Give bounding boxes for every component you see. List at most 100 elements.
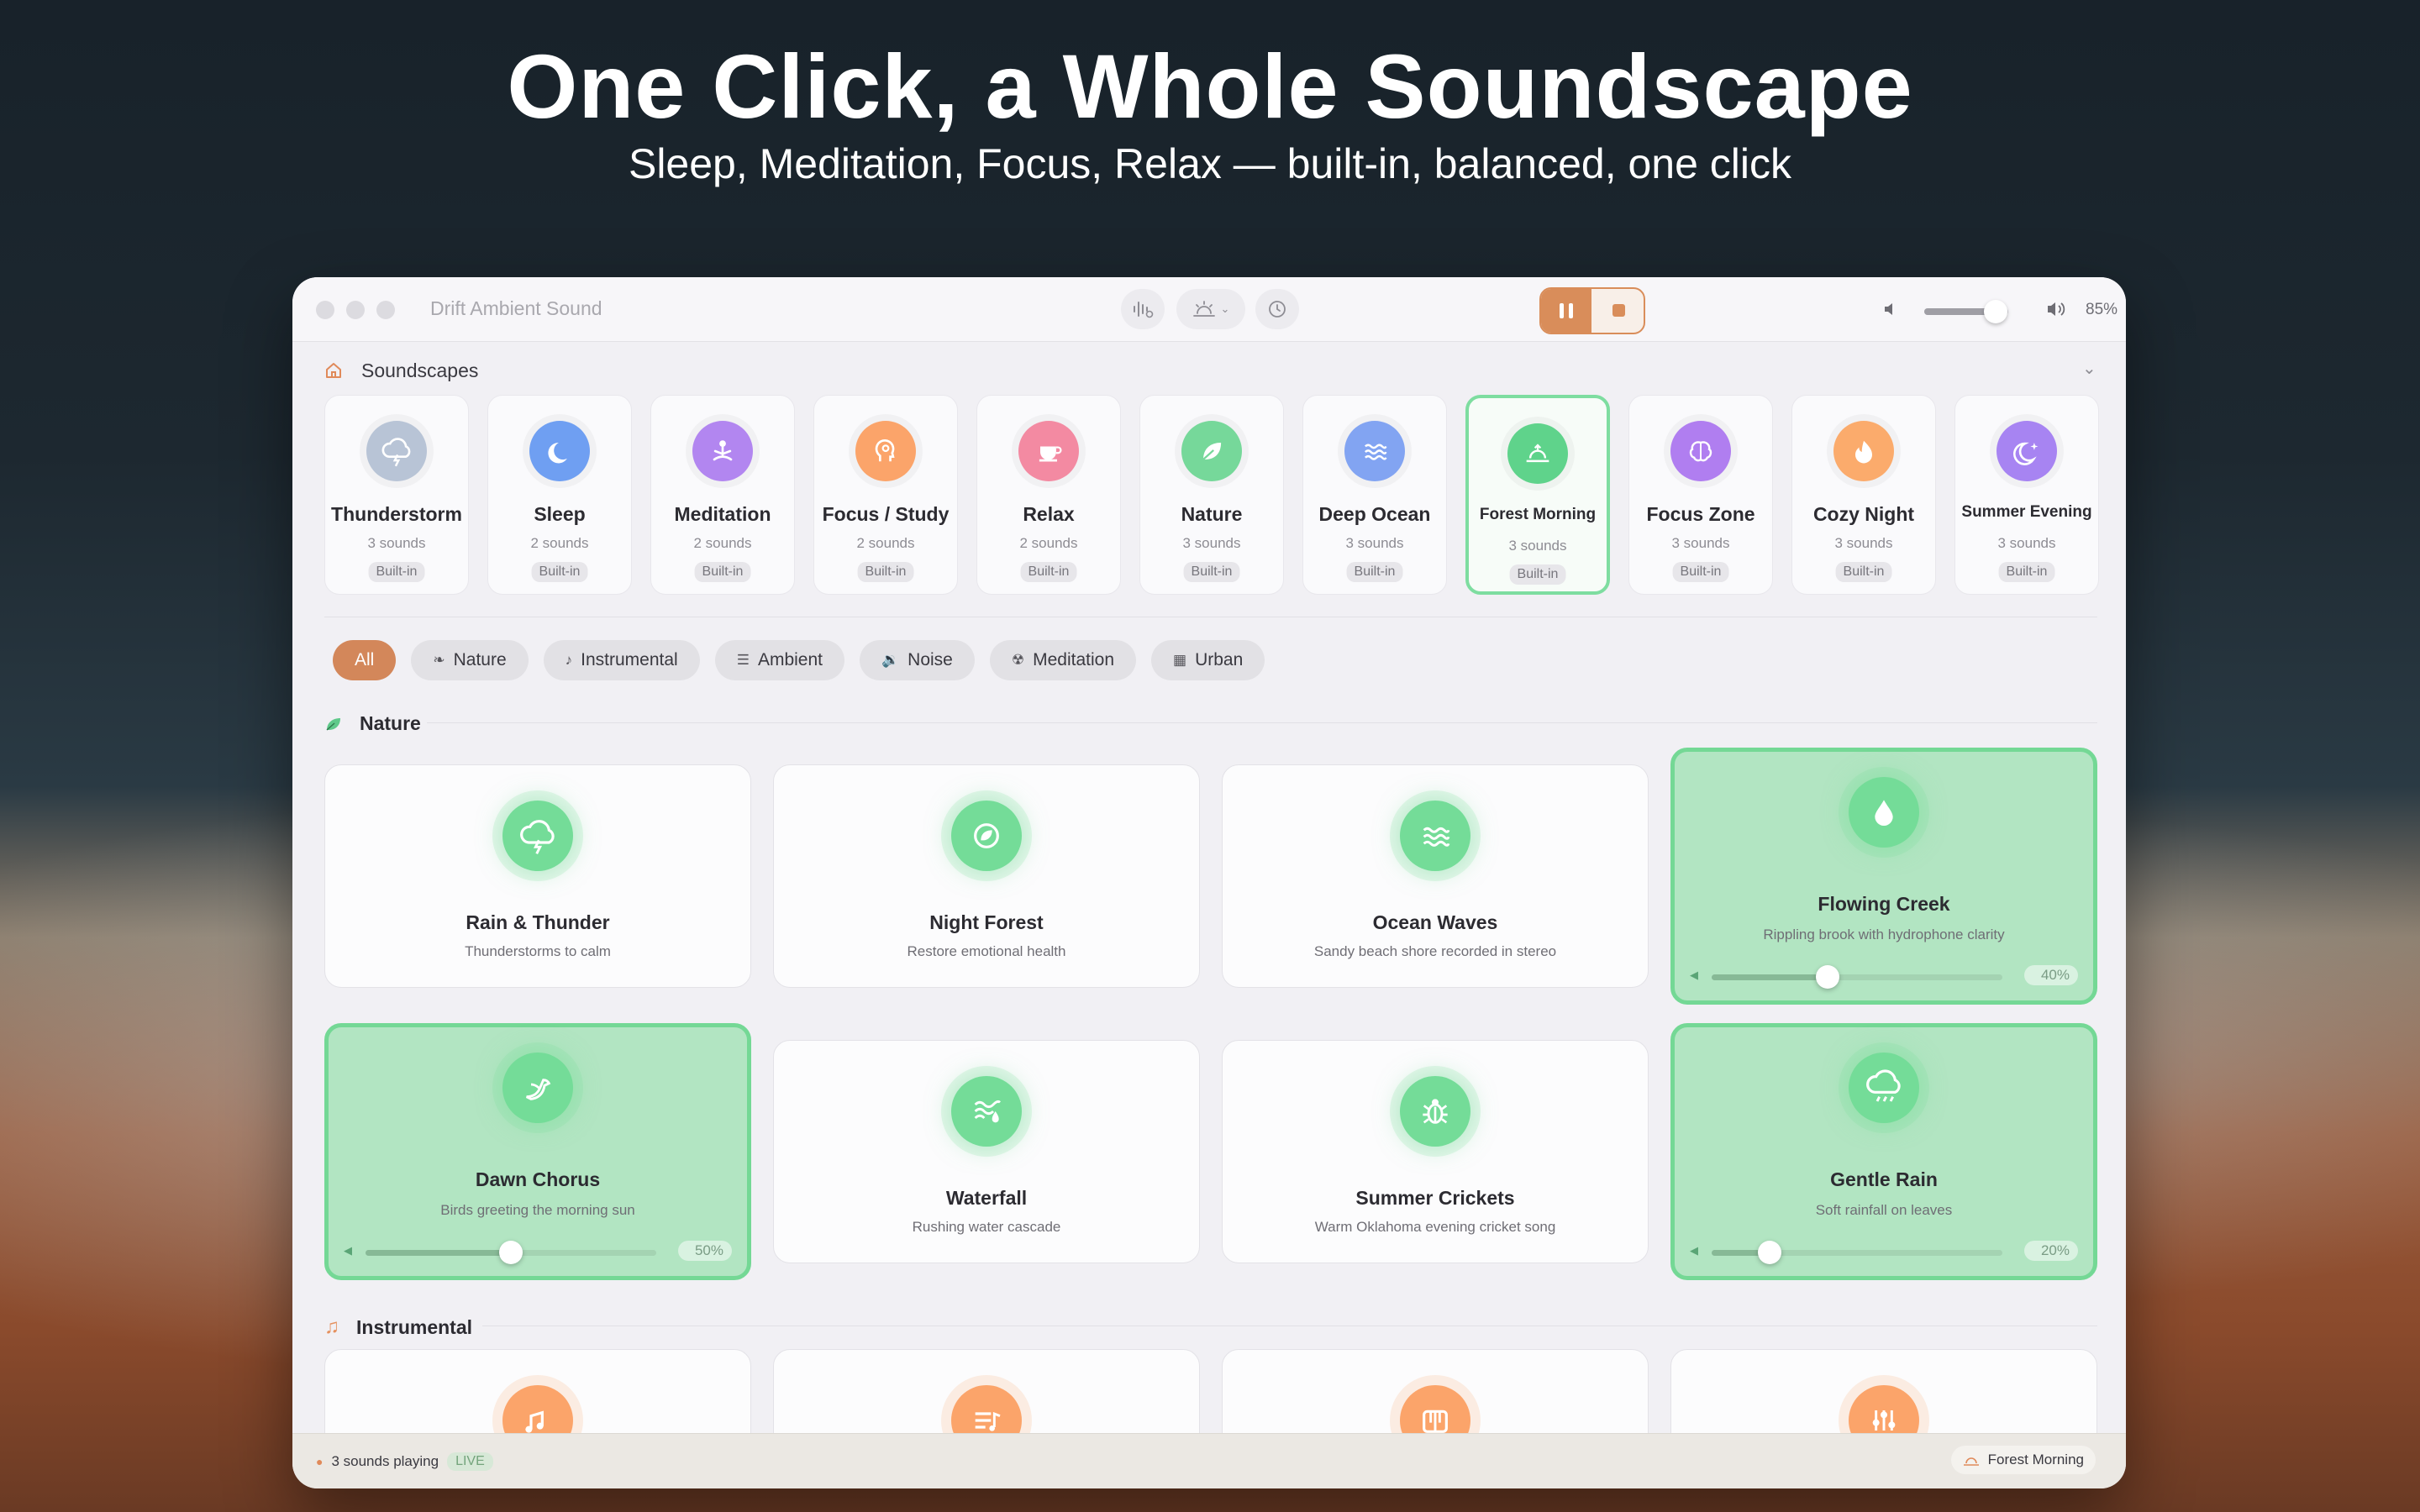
master-volume-knob[interactable] xyxy=(1984,300,2007,323)
soundscape-card[interactable]: Focus Zone 3 sounds Built-in xyxy=(1628,395,1773,595)
mixer-button[interactable] xyxy=(1121,289,1165,329)
building-icon: ▦ xyxy=(1173,652,1187,668)
sound-card[interactable]: Summer Crickets Warm Oklahoma evening cri… xyxy=(1222,1040,1649,1263)
current-soundscape-pill[interactable]: Forest Morning xyxy=(1950,1446,2096,1474)
filter-chip-nature[interactable]: ❧ Nature xyxy=(411,640,529,680)
filter-chip-urban[interactable]: ▦ Urban xyxy=(1151,640,1265,680)
waveform-icon: ☰ xyxy=(736,652,750,668)
soundscape-count: 3 sounds xyxy=(1834,535,1893,551)
sound-card[interactable]: Night Forest Restore emotional health xyxy=(773,764,1200,988)
soundscape-count: 3 sounds xyxy=(1671,535,1730,551)
hero-subtitle: Sleep, Meditation, Focus, Relax — built-… xyxy=(628,140,1792,187)
slider-fill xyxy=(1712,974,1828,980)
soundscape-icon xyxy=(529,421,590,481)
stop-button[interactable] xyxy=(1593,289,1644,333)
waves-icon xyxy=(1365,444,1387,460)
slider-knob[interactable] xyxy=(499,1241,523,1264)
soundscape-name: Nature xyxy=(1181,503,1243,525)
filter-chip-meditation[interactable]: ☢ Meditation xyxy=(989,640,1136,680)
live-badge: LIVE xyxy=(447,1452,493,1471)
soundscape-card[interactable]: Cozy Night 3 sounds Built-in xyxy=(1791,395,1936,595)
built-in-badge: Built-in xyxy=(1998,562,2055,582)
slider-knob[interactable] xyxy=(1816,965,1840,989)
pause-button[interactable] xyxy=(1541,289,1591,333)
soundscape-card[interactable]: Sleep 2 sounds Built-in xyxy=(487,395,632,595)
slider-track xyxy=(1712,1241,2002,1264)
sound-icon xyxy=(1849,1053,1919,1123)
soundscape-card[interactable]: Relax 2 sounds Built-in xyxy=(976,395,1121,595)
soundscape-card[interactable]: Forest Morning 3 sounds Built-in xyxy=(1465,395,1610,595)
close-window-button[interactable] xyxy=(316,301,334,319)
speaker-icon: ◀ xyxy=(344,1244,352,1257)
filter-chip-label: All xyxy=(355,650,375,669)
soundscape-card[interactable]: Thunderstorm 3 sounds Built-in xyxy=(324,395,469,595)
slider-fill xyxy=(366,1250,511,1256)
head-icon xyxy=(875,439,895,462)
waves-icon xyxy=(1423,827,1450,847)
sound-icon xyxy=(1400,801,1470,871)
filter-chip-noise[interactable]: 🔉 Noise xyxy=(859,640,975,680)
title-bar: Drift Ambient Sound ⌄ 85% xyxy=(292,277,2126,342)
timer-icon xyxy=(1269,301,1286,318)
built-in-badge: Built-in xyxy=(1346,562,1403,582)
sound-description: Soft rainfall on leaves xyxy=(1815,1202,1953,1218)
soundscape-count: 3 sounds xyxy=(1508,538,1567,554)
soundscape-count: 3 sounds xyxy=(1997,535,2056,551)
built-in-badge: Built-in xyxy=(1020,562,1077,582)
collapse-chevron-icon[interactable]: ⌄ xyxy=(2082,358,2096,379)
filter-chips: All ❧ Nature ♪ Instrumental ☰ Ambient 🔉 Noise ☢ Me… xyxy=(333,640,1265,680)
brain-icon xyxy=(1689,441,1712,462)
soundscape-card[interactable]: Summer Evening 3 sounds Built-in xyxy=(1954,395,2099,595)
soundscape-name: Summer Evening xyxy=(1961,503,2092,521)
soundscape-card[interactable]: Meditation 2 sounds Built-in xyxy=(650,395,795,595)
sound-name: Gentle Rain xyxy=(1830,1168,1938,1190)
filter-chip-instrumental[interactable]: ♪ Instrumental xyxy=(543,640,700,680)
built-in-badge: Built-in xyxy=(1672,562,1729,582)
sound-card[interactable]: Rain & Thunder Thunderstorms to calm xyxy=(324,764,751,988)
master-volume-slider[interactable] xyxy=(1924,300,2008,323)
stop-icon xyxy=(1612,304,1625,317)
filter-chip-ambient[interactable]: ☰ Ambient xyxy=(714,640,844,680)
soundscape-card[interactable]: Nature 3 sounds Built-in xyxy=(1139,395,1284,595)
meditation-icon xyxy=(713,440,733,461)
sound-description: Rippling brook with hydrophone clarity xyxy=(1763,927,2005,942)
filter-chip-all[interactable]: All xyxy=(333,640,397,680)
soundscape-name: Deep Ocean xyxy=(1318,503,1431,525)
zoom-window-button[interactable] xyxy=(376,301,395,319)
soundscape-name: Sleep xyxy=(534,503,586,525)
soundscape-count: 3 sounds xyxy=(1345,535,1404,551)
sound-card[interactable]: Ocean Waves Sandy beach shore recorded in… xyxy=(1222,764,1649,988)
sound-volume-slider[interactable]: ◀ 40% xyxy=(1690,965,2078,989)
filter-chip-label: Meditation xyxy=(1033,650,1114,669)
sound-card[interactable]: Dawn Chorus Birds greeting the morning su… xyxy=(324,1023,751,1280)
sound-volume-slider[interactable]: ◀ 20% xyxy=(1690,1241,2078,1264)
sound-volume-percent: 40% xyxy=(2024,965,2078,985)
slider-knob[interactable] xyxy=(1758,1241,1782,1264)
minimize-window-button[interactable] xyxy=(346,301,365,319)
soundscape-icon xyxy=(1670,421,1731,481)
sound-description: Thunderstorms to calm xyxy=(465,943,611,959)
playing-count: 3 sounds playing xyxy=(331,1453,439,1469)
built-in-badge: Built-in xyxy=(531,562,588,582)
built-in-badge: Built-in xyxy=(1183,562,1240,582)
timer-button[interactable] xyxy=(1255,289,1299,329)
sound-card[interactable]: Waterfall Rushing water cascade xyxy=(773,1040,1200,1263)
soundscape-name: Meditation xyxy=(674,503,771,525)
soundscape-card[interactable]: Deep Ocean 3 sounds Built-in xyxy=(1302,395,1447,595)
soundscape-icon xyxy=(1018,421,1079,481)
sound-volume-percent: 20% xyxy=(2024,1241,2078,1261)
soundscapes-title: Soundscapes xyxy=(361,360,479,381)
soundscape-icon xyxy=(1344,421,1405,481)
instrumental-section-header: ♫ Instrumental xyxy=(324,1315,472,1339)
sound-volume-slider[interactable]: ◀ 50% xyxy=(344,1241,732,1264)
sunrise-icon xyxy=(1963,1457,1979,1466)
sound-name: Waterfall xyxy=(945,1187,1028,1209)
sound-card[interactable]: Gentle Rain Soft rainfall on leaves ◀ 20% xyxy=(1670,1023,2097,1280)
soundscape-card[interactable]: Focus / Study 2 sounds Built-in xyxy=(813,395,958,595)
scene-menu-button[interactable]: ⌄ xyxy=(1176,289,1245,329)
cloud-lightning-icon xyxy=(520,820,555,854)
sound-card[interactable]: Flowing Creek Rippling brook with hydroph… xyxy=(1670,748,2097,1005)
speaker-icon: ◀ xyxy=(1690,969,1698,981)
speaker-icon: ◀ xyxy=(1690,1244,1698,1257)
divider xyxy=(427,722,2097,723)
